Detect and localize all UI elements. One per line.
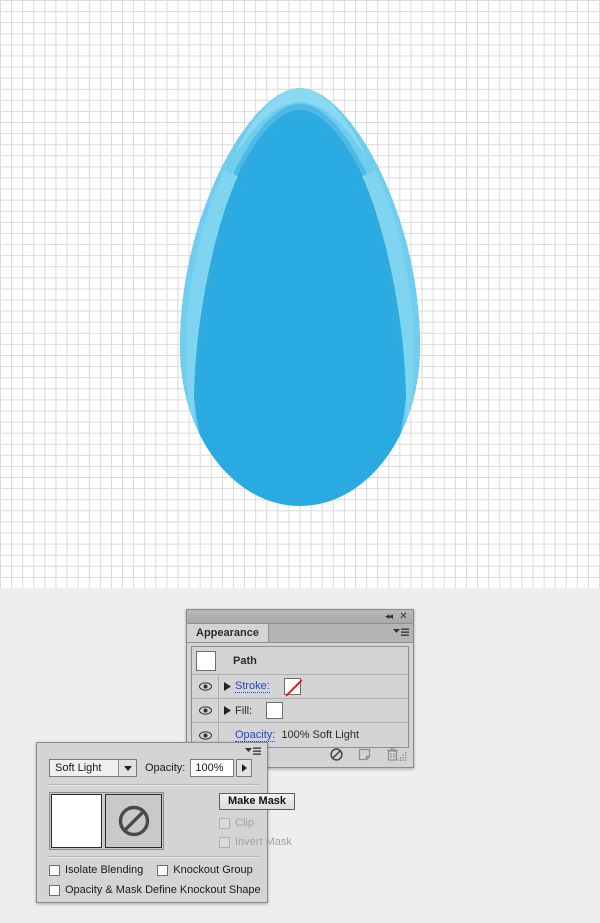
- visibility-eye-icon[interactable]: [192, 699, 219, 722]
- divider: [47, 784, 259, 786]
- isolate-blending-label: Isolate Blending: [65, 864, 144, 876]
- object-thumbnail[interactable]: [51, 794, 102, 848]
- appearance-attribute-list[interactable]: Path Stroke: Fill: Opacity: 100% Soft Li…: [191, 646, 409, 748]
- stroke-label[interactable]: Stroke:: [235, 680, 270, 693]
- invert-mask-checkbox[interactable]: Invert Mask: [219, 836, 311, 848]
- appearance-row-fill[interactable]: Fill:: [192, 699, 408, 723]
- fill-label[interactable]: Fill:: [235, 705, 252, 717]
- chevron-down-icon[interactable]: [118, 760, 136, 776]
- disclosure-triangle-icon[interactable]: [219, 706, 235, 715]
- appearance-row-path[interactable]: Path: [192, 647, 408, 675]
- mask-controls: Make Mask Clip Invert Mask: [219, 793, 311, 848]
- checkbox-box[interactable]: [49, 864, 60, 876]
- panel-menu-icon[interactable]: [393, 628, 409, 638]
- knockout-group-label: Knockout Group: [173, 864, 253, 876]
- egg-body: [180, 88, 420, 506]
- stroke-swatch[interactable]: [283, 678, 301, 695]
- blend-mode-row: Soft Light Opacity: 100%: [49, 759, 253, 777]
- blend-mode-value: Soft Light: [55, 762, 102, 774]
- clear-appearance-icon[interactable]: [325, 745, 347, 763]
- opacity-value-text: 100% Soft Light: [281, 729, 360, 741]
- opacity-mask-knockout-label: Opacity & Mask Define Knockout Shape: [65, 884, 261, 896]
- invert-mask-label: Invert Mask: [235, 836, 292, 848]
- duplicate-item-icon[interactable]: [353, 745, 375, 763]
- transparency-panel[interactable]: Soft Light Opacity: 100% Make Mask Clip: [36, 742, 295, 903]
- make-mask-button[interactable]: Make Mask: [219, 793, 295, 810]
- egg-artwork[interactable]: [176, 84, 424, 510]
- close-icon[interactable]: ✕: [397, 611, 410, 622]
- divider: [47, 856, 259, 858]
- opacity-field-label: Opacity:: [145, 762, 186, 774]
- mask-thumbnail[interactable]: [105, 794, 162, 848]
- checkbox-box[interactable]: [157, 864, 169, 876]
- opacity-label[interactable]: Opacity:: [235, 729, 276, 742]
- opacity-input[interactable]: 100%: [190, 759, 235, 777]
- fill-swatch[interactable]: [266, 702, 284, 719]
- collapse-icon[interactable]: ◂◂: [382, 611, 395, 622]
- path-label: Path: [233, 654, 257, 667]
- path-thumbnail: [196, 650, 216, 671]
- appearance-titlebar[interactable]: ◂◂ ✕: [187, 610, 413, 624]
- isolate-blending-checkbox[interactable]: Isolate Blending: [49, 864, 143, 876]
- resize-grip[interactable]: [397, 752, 407, 762]
- transparency-thumbnails: [49, 792, 164, 850]
- checkbox-box[interactable]: [219, 836, 230, 848]
- panel-menu-icon[interactable]: [245, 747, 261, 757]
- clip-label: Clip: [235, 817, 254, 829]
- no-mask-icon: [118, 805, 149, 837]
- disclosure-triangle-icon[interactable]: [219, 682, 235, 691]
- appearance-tab-row: Appearance: [187, 624, 413, 643]
- blend-mode-select[interactable]: Soft Light: [49, 759, 137, 777]
- appearance-row-stroke[interactable]: Stroke:: [192, 675, 408, 699]
- opacity-stepper[interactable]: [236, 759, 253, 777]
- checkbox-box[interactable]: [49, 884, 60, 896]
- opacity-mask-knockout-checkbox[interactable]: Opacity & Mask Define Knockout Shape: [49, 884, 264, 896]
- clip-checkbox[interactable]: Clip: [219, 817, 311, 829]
- knockout-group-checkbox[interactable]: Knockout Group: [157, 864, 253, 876]
- visibility-eye-icon[interactable]: [192, 675, 219, 698]
- blending-options: Isolate Blending Knockout Group Opacity …: [49, 864, 264, 896]
- tab-appearance[interactable]: Appearance: [187, 624, 269, 642]
- checkbox-box[interactable]: [219, 817, 230, 829]
- artboard-canvas[interactable]: [0, 0, 600, 588]
